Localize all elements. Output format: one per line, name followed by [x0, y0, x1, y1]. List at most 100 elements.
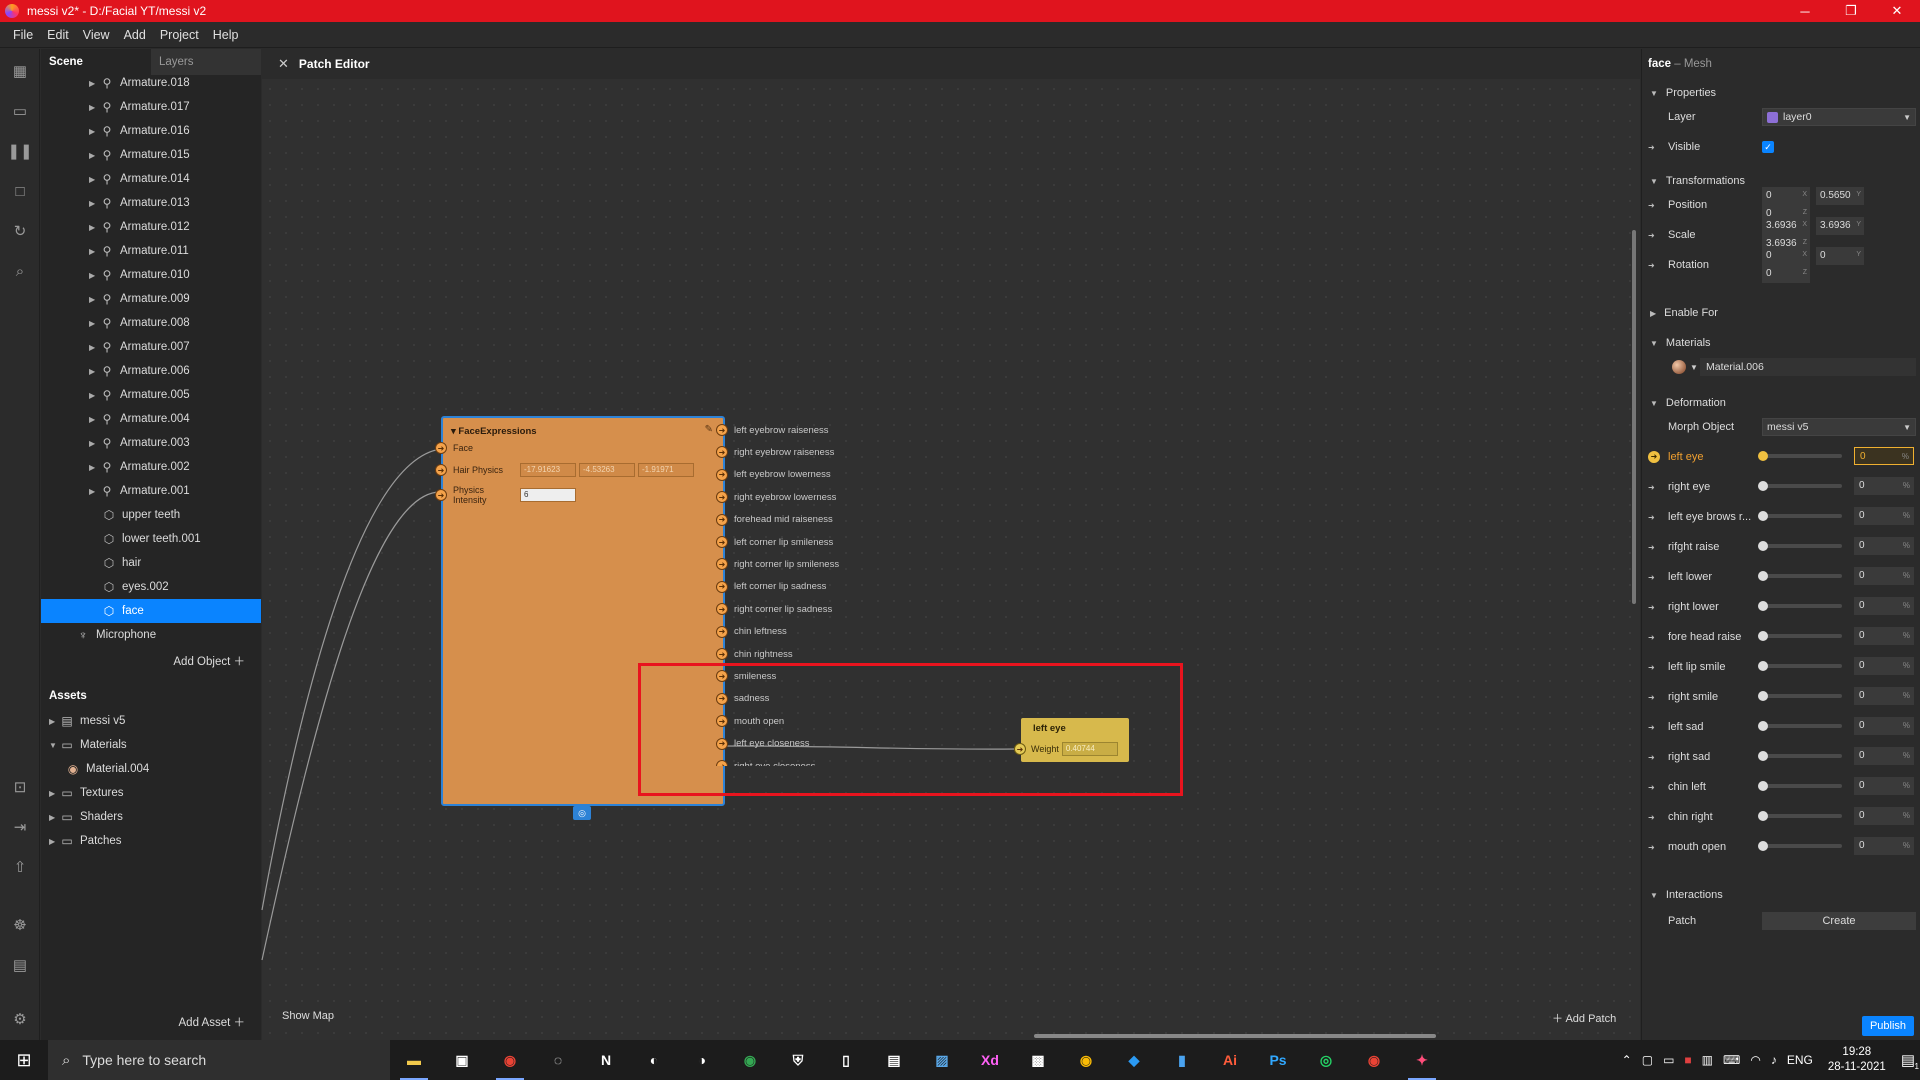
- language-indicator[interactable]: ENG: [1787, 1053, 1813, 1067]
- windows-start-icon[interactable]: ⊞: [0, 1040, 48, 1080]
- slider-knob[interactable]: [1758, 511, 1768, 521]
- app-window-icon[interactable]: ▮: [1158, 1040, 1206, 1080]
- morph-value-field[interactable]: 0%: [1854, 597, 1914, 615]
- chrome-second-icon[interactable]: ◉: [1350, 1040, 1398, 1080]
- morph-value-field[interactable]: 0%: [1854, 537, 1914, 555]
- slider-knob[interactable]: [1758, 601, 1768, 611]
- slider-knob[interactable]: [1758, 811, 1768, 821]
- input-port[interactable]: ➜: [435, 489, 447, 501]
- keyframe-arrow-icon[interactable]: ➜: [1648, 633, 1658, 642]
- input-port[interactable]: ➜: [435, 442, 447, 454]
- material-field[interactable]: Material.006: [1700, 358, 1916, 376]
- morph-slider[interactable]: [1758, 781, 1842, 791]
- output-port[interactable]: ➜: [716, 468, 728, 481]
- antivirus-icon[interactable]: ■: [1684, 1053, 1691, 1067]
- adobe-illustrator-icon[interactable]: Ai: [1206, 1040, 1254, 1080]
- section-materials[interactable]: ▼ Materials: [1650, 337, 1711, 349]
- photoshop-icon[interactable]: Ps: [1254, 1040, 1302, 1080]
- input-port[interactable]: ➜: [435, 464, 447, 476]
- output-port[interactable]: ➜: [716, 424, 728, 436]
- scale-y-field[interactable]: 3.6936 Y: [1816, 217, 1864, 235]
- layer-select[interactable]: layer0 ▼: [1762, 108, 1916, 126]
- slider-knob[interactable]: [1758, 631, 1768, 641]
- vscode-icon[interactable]: ◆: [1110, 1040, 1158, 1080]
- output-port[interactable]: ➜: [716, 603, 728, 616]
- shield-icon[interactable]: ⛨: [774, 1040, 822, 1080]
- keyframe-arrow-icon[interactable]: ➜: [1648, 663, 1658, 672]
- section-properties[interactable]: ▼ Properties: [1650, 87, 1716, 99]
- keyframe-arrow-icon[interactable]: ➜: [1648, 693, 1658, 702]
- section-enable-for[interactable]: ▶ Enable For: [1650, 307, 1718, 319]
- chevron-down-icon[interactable]: ▼: [1690, 363, 1698, 372]
- keyboard-icon[interactable]: ⌨: [1723, 1053, 1740, 1067]
- chrome-alt-icon[interactable]: ◉: [1062, 1040, 1110, 1080]
- whatsapp-icon[interactable]: ◎: [1302, 1040, 1350, 1080]
- keyframe-arrow-icon[interactable]: ➜: [1648, 513, 1658, 522]
- slider-knob[interactable]: [1758, 781, 1768, 791]
- morph-value-field[interactable]: 0%: [1854, 717, 1914, 735]
- morph-value-field[interactable]: 0%: [1854, 657, 1914, 675]
- hair-physics-y-field[interactable]: -4.53263: [579, 463, 635, 477]
- morph-slider[interactable]: [1758, 511, 1842, 521]
- morph-slider[interactable]: [1758, 811, 1842, 821]
- notification-icon[interactable]: ▤ 1: [1901, 1051, 1919, 1071]
- morph-slider[interactable]: [1758, 451, 1842, 461]
- morph-slider[interactable]: [1758, 751, 1842, 761]
- morph-slider[interactable]: [1758, 541, 1842, 551]
- slider-knob[interactable]: [1758, 451, 1768, 461]
- edit-pencil-icon[interactable]: ✎: [705, 424, 713, 435]
- slider-knob[interactable]: [1758, 691, 1768, 701]
- create-patch-button[interactable]: Create: [1762, 912, 1916, 930]
- wifi-icon[interactable]: ◠: [1750, 1053, 1760, 1067]
- slider-knob[interactable]: [1758, 751, 1768, 761]
- physics-intensity-field[interactable]: 6: [520, 488, 576, 502]
- morph-value-field[interactable]: 0%: [1854, 567, 1914, 585]
- slider-knob[interactable]: [1758, 571, 1768, 581]
- morph-value-field[interactable]: 0%: [1854, 687, 1914, 705]
- morph-slider[interactable]: [1758, 481, 1842, 491]
- chrome-profile-icon[interactable]: ◉: [726, 1040, 774, 1080]
- keyframe-arrow-icon[interactable]: ➜: [1648, 483, 1658, 492]
- keyframe-arrow-icon[interactable]: ➜: [1648, 261, 1658, 270]
- keyframe-arrow-icon[interactable]: ➜: [1648, 231, 1658, 240]
- section-deformation[interactable]: ▼ Deformation: [1650, 397, 1726, 409]
- morph-slider[interactable]: [1758, 841, 1842, 851]
- output-port[interactable]: ➜: [716, 536, 728, 548]
- slider-knob[interactable]: [1758, 721, 1768, 731]
- visible-checkbox[interactable]: ✓: [1762, 141, 1774, 153]
- morph-slider[interactable]: [1758, 601, 1842, 611]
- keyframe-arrow-icon[interactable]: ➜: [1648, 783, 1658, 792]
- keyframe-arrow-icon[interactable]: ➜: [1648, 813, 1658, 822]
- paint-icon[interactable]: ◐: [630, 1040, 678, 1080]
- hair-physics-x-field[interactable]: -17.91623: [520, 463, 576, 477]
- morph-object-select[interactable]: messi v5 ▼: [1762, 418, 1916, 436]
- palette-icon[interactable]: ◑: [678, 1040, 726, 1080]
- position-x-field[interactable]: 0X: [1762, 187, 1810, 205]
- horizontal-scrollbar[interactable]: [1034, 1034, 1436, 1038]
- show-map-button[interactable]: Show Map: [282, 1010, 334, 1022]
- notion-icon[interactable]: N: [582, 1040, 630, 1080]
- rotation-z-field[interactable]: 0Z: [1762, 265, 1810, 283]
- output-port[interactable]: ➜: [716, 513, 728, 526]
- morph-slider[interactable]: [1758, 661, 1842, 671]
- store-icon[interactable]: ▣: [438, 1040, 486, 1080]
- section-transformations[interactable]: ▼ Transformations: [1650, 175, 1745, 187]
- rotation-y-field[interactable]: 0Y: [1816, 247, 1864, 265]
- slider-knob[interactable]: [1758, 541, 1768, 551]
- output-port[interactable]: ➜: [716, 625, 728, 638]
- morph-slider[interactable]: [1758, 571, 1842, 581]
- output-port[interactable]: ➜: [716, 648, 728, 660]
- file-explorer-icon[interactable]: ▬: [390, 1040, 438, 1080]
- section-interactions[interactable]: ▼ Interactions: [1650, 889, 1723, 901]
- meet-now-icon[interactable]: ▢: [1642, 1053, 1653, 1067]
- output-port[interactable]: ➜: [716, 580, 728, 593]
- morph-value-field[interactable]: 0%: [1854, 747, 1914, 765]
- keyframe-arrow-icon[interactable]: ➜: [1648, 753, 1658, 762]
- morph-value-field[interactable]: 0%: [1854, 837, 1914, 855]
- keyframe-arrow-icon[interactable]: ➜: [1648, 451, 1660, 463]
- output-port[interactable]: ➜: [716, 491, 728, 504]
- hair-physics-z-field[interactable]: -1.91971: [638, 463, 694, 477]
- display-icon[interactable]: ▥: [1702, 1053, 1713, 1067]
- keyframe-arrow-icon[interactable]: ➜: [1648, 843, 1658, 852]
- morph-value-field[interactable]: 0%: [1854, 807, 1914, 825]
